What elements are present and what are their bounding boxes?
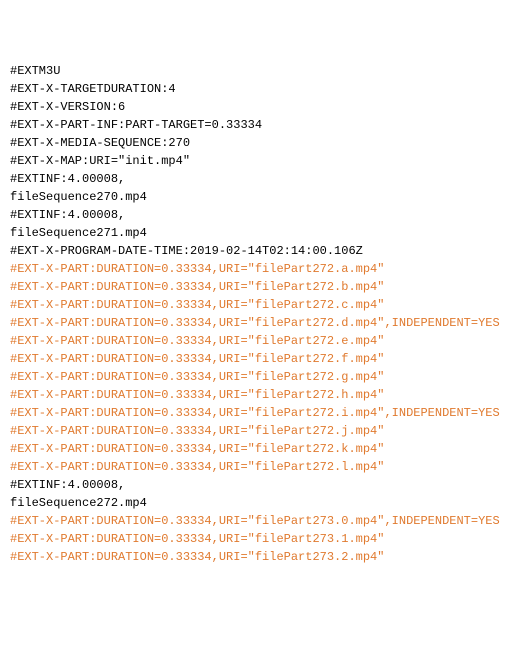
playlist-line: fileSequence270.mp4 bbox=[10, 188, 505, 206]
playlist-line: fileSequence272.mp4 bbox=[10, 494, 505, 512]
playlist-line: #EXTM3U bbox=[10, 62, 505, 80]
playlist-line: #EXT-X-VERSION:6 bbox=[10, 98, 505, 116]
playlist-line: #EXT-X-PART:DURATION=0.33334,URI="filePa… bbox=[10, 548, 505, 566]
playlist-line: fileSequence271.mp4 bbox=[10, 224, 505, 242]
playlist-line: #EXTINF:4.00008, bbox=[10, 170, 505, 188]
playlist-line: #EXT-X-PART:DURATION=0.33334,URI="filePa… bbox=[10, 422, 505, 440]
playlist-line: #EXT-X-PART:DURATION=0.33334,URI="filePa… bbox=[10, 404, 505, 422]
playlist-line: #EXTINF:4.00008, bbox=[10, 476, 505, 494]
playlist-line: #EXT-X-PART:DURATION=0.33334,URI="filePa… bbox=[10, 530, 505, 548]
playlist-line: #EXT-X-PART:DURATION=0.33334,URI="filePa… bbox=[10, 332, 505, 350]
playlist-line: #EXT-X-PART:DURATION=0.33334,URI="filePa… bbox=[10, 386, 505, 404]
playlist-line: #EXT-X-PART:DURATION=0.33334,URI="filePa… bbox=[10, 260, 505, 278]
playlist-line: #EXT-X-PART:DURATION=0.33334,URI="filePa… bbox=[10, 458, 505, 476]
playlist-line: #EXT-X-TARGETDURATION:4 bbox=[10, 80, 505, 98]
playlist-line: #EXT-X-PART:DURATION=0.33334,URI="filePa… bbox=[10, 350, 505, 368]
playlist-line: #EXTINF:4.00008, bbox=[10, 206, 505, 224]
playlist-line: #EXT-X-PART:DURATION=0.33334,URI="filePa… bbox=[10, 512, 505, 530]
playlist-line: #EXT-X-PART:DURATION=0.33334,URI="filePa… bbox=[10, 278, 505, 296]
playlist-line: #EXT-X-MEDIA-SEQUENCE:270 bbox=[10, 134, 505, 152]
playlist-line: #EXT-X-PART:DURATION=0.33334,URI="filePa… bbox=[10, 296, 505, 314]
playlist-line: #EXT-X-PROGRAM-DATE-TIME:2019-02-14T02:1… bbox=[10, 242, 505, 260]
playlist-line: #EXT-X-PART:DURATION=0.33334,URI="filePa… bbox=[10, 440, 505, 458]
playlist-line: #EXT-X-PART:DURATION=0.33334,URI="filePa… bbox=[10, 368, 505, 386]
playlist-line: #EXT-X-PART:DURATION=0.33334,URI="filePa… bbox=[10, 314, 505, 332]
playlist-line: #EXT-X-PART-INF:PART-TARGET=0.33334 bbox=[10, 116, 505, 134]
hls-playlist-text: #EXTM3U#EXT-X-TARGETDURATION:4#EXT-X-VER… bbox=[10, 62, 505, 566]
playlist-line: #EXT-X-MAP:URI="init.mp4" bbox=[10, 152, 505, 170]
